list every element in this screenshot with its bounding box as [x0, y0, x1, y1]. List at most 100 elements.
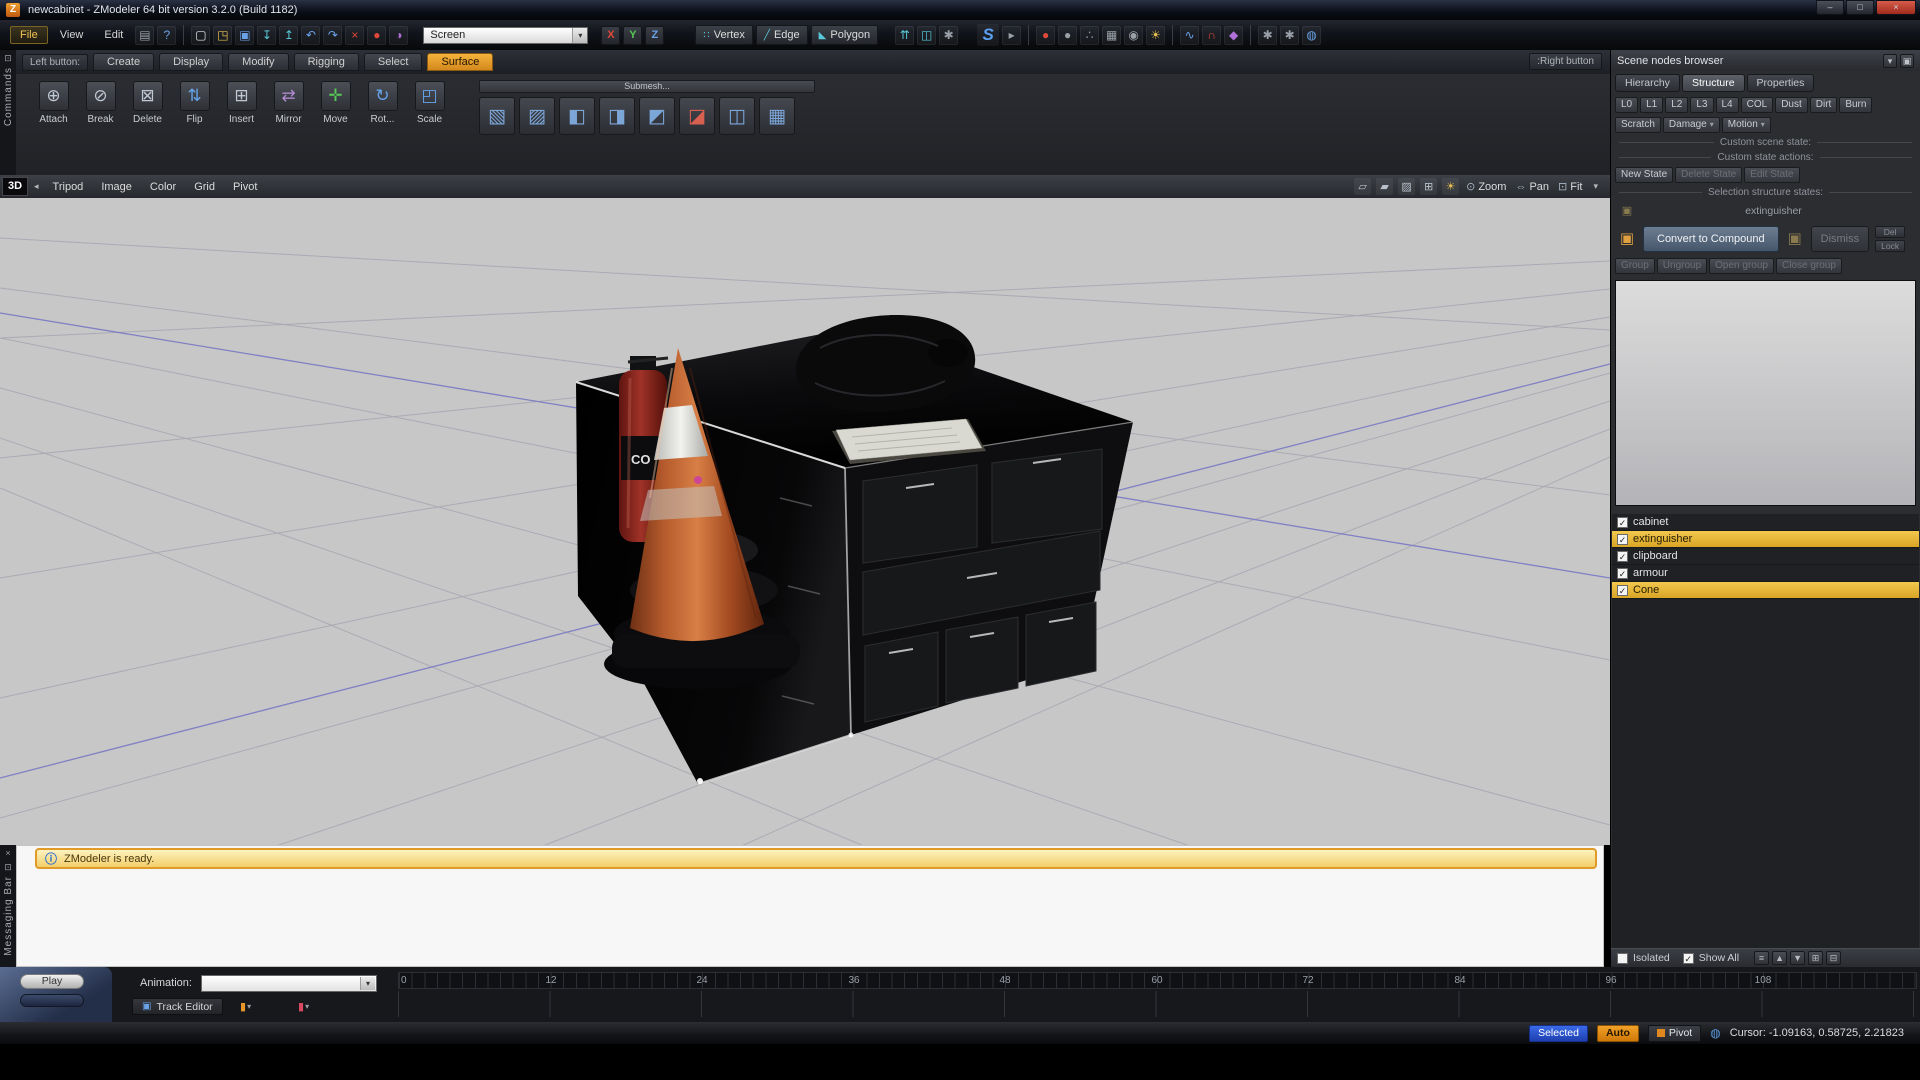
gear3-icon[interactable]: ✱: [1280, 26, 1299, 45]
tool-scale[interactable]: ◰ Scale: [406, 80, 453, 125]
dirt-button[interactable]: Dirt: [1810, 97, 1838, 113]
flask-icon[interactable]: ◆: [1224, 26, 1243, 45]
dust-button[interactable]: Dust: [1775, 97, 1808, 113]
axis-z-button[interactable]: Z: [645, 26, 664, 45]
magnet-icon[interactable]: ∩: [1202, 26, 1221, 45]
event-marker-button[interactable]: ▮ ▾: [298, 999, 309, 1013]
expand-all-icon[interactable]: ⊞: [1808, 951, 1823, 965]
chevron-down-icon[interactable]: ▾: [305, 1002, 309, 1011]
minimize-button[interactable]: –: [1816, 0, 1844, 15]
edit-state-button[interactable]: Edit State: [1744, 167, 1799, 183]
chevron-down-icon[interactable]: ▾: [247, 1002, 251, 1011]
tab-rigging[interactable]: Rigging: [294, 53, 359, 71]
tool-rotate[interactable]: ↻ Rot...: [359, 80, 406, 125]
tab-create[interactable]: Create: [93, 53, 154, 71]
cube-grid-icon[interactable]: ▦: [759, 97, 795, 135]
play-button[interactable]: Play: [20, 974, 84, 989]
cube-select-icon[interactable]: ◧: [559, 97, 595, 135]
scene-node-list-empty[interactable]: [1612, 599, 1919, 948]
lod-l1-button[interactable]: L1: [1640, 97, 1663, 113]
cube-red-icon[interactable]: ◪: [679, 97, 715, 135]
track-editor-button[interactable]: ▣ Track Editor: [132, 998, 223, 1015]
del-button[interactable]: Del: [1875, 226, 1905, 238]
commands-side-tab[interactable]: ⊡ Commands: [0, 50, 16, 175]
animation-dropdown[interactable]: ▾: [201, 975, 377, 992]
sphere-gray-icon[interactable]: ●: [1058, 26, 1077, 45]
brush-icon[interactable]: S: [977, 24, 999, 46]
tab-properties[interactable]: Properties: [1747, 74, 1815, 92]
selected-badge[interactable]: Selected: [1529, 1025, 1588, 1042]
undo-icon[interactable]: ↶: [301, 26, 320, 45]
normals-icon[interactable]: ⇈: [895, 26, 914, 45]
axis-y-button[interactable]: Y: [623, 26, 642, 45]
material-sphere-icon[interactable]: ●: [367, 26, 386, 45]
render-icon[interactable]: ◑: [389, 26, 408, 45]
ungroup-button[interactable]: Ungroup: [1657, 258, 1707, 274]
tab-hierarchy[interactable]: Hierarchy: [1615, 74, 1680, 92]
viewport-back-icon[interactable]: ◂: [30, 181, 43, 192]
edge-mode-button[interactable]: ╱ Edge: [756, 25, 808, 45]
settings-gear-icon[interactable]: ✱: [939, 26, 958, 45]
tool-flip[interactable]: ⇅ Flip: [171, 80, 218, 125]
spheres-icon[interactable]: ∴: [1080, 26, 1099, 45]
wireframe-icon[interactable]: ▱: [1354, 178, 1371, 195]
import-icon[interactable]: ↧: [257, 26, 276, 45]
fit-button[interactable]: ⊡ Fit: [1556, 180, 1584, 193]
viewport-menu-arrow-icon[interactable]: ▾: [1589, 181, 1602, 192]
viewport-type-button[interactable]: 3D: [2, 177, 28, 196]
orbit-icon[interactable]: ◍: [1302, 26, 1321, 45]
gear2-icon[interactable]: ✱: [1258, 26, 1277, 45]
scene-node-cabinet[interactable]: cabinet: [1612, 514, 1919, 531]
viewport-menu-grid[interactable]: Grid: [186, 181, 223, 193]
timeline-ruler[interactable]: 0 12 24 36 48 60 72 84 96 108: [398, 972, 1917, 989]
lod-l4-button[interactable]: L4: [1716, 97, 1739, 113]
keyframe-marker-button[interactable]: ▮ ▾: [240, 999, 251, 1013]
brush-arrow-icon[interactable]: ▸: [1002, 26, 1021, 45]
dropdown-arrow-icon[interactable]: ▾: [360, 977, 375, 990]
cube-weld-icon[interactable]: ◫: [719, 97, 755, 135]
cube-move-icon[interactable]: ◨: [599, 97, 635, 135]
lod-l3-button[interactable]: L3: [1690, 97, 1713, 113]
group-button[interactable]: Group: [1615, 258, 1655, 274]
tool-attach[interactable]: ⊕ Attach: [30, 80, 77, 125]
panel-dock-icon[interactable]: ⊡: [4, 53, 12, 63]
viewport-menu-image[interactable]: Image: [93, 181, 140, 193]
status-message-bar[interactable]: ⓘ ZModeler is ready.: [35, 848, 1597, 869]
scene-node-cone[interactable]: Cone: [1612, 582, 1919, 599]
lod-l2-button[interactable]: L2: [1665, 97, 1688, 113]
damage-button[interactable]: Damage▾: [1663, 117, 1720, 133]
box-icon[interactable]: ▦: [1102, 26, 1121, 45]
auto-badge[interactable]: Auto: [1597, 1025, 1639, 1042]
new-file-icon[interactable]: ▢: [191, 26, 210, 45]
cube-brush-icon[interactable]: ▨: [519, 97, 555, 135]
lod-l0-button[interactable]: L0: [1615, 97, 1638, 113]
scratch-button[interactable]: Scratch: [1615, 117, 1661, 133]
col-button[interactable]: COL: [1741, 97, 1774, 113]
save-icon[interactable]: ▣: [235, 26, 254, 45]
sphere-red-icon[interactable]: ●: [1036, 26, 1055, 45]
maximize-button[interactable]: □: [1846, 0, 1874, 15]
tab-modify[interactable]: Modify: [228, 53, 288, 71]
shaded-icon[interactable]: ▰: [1376, 178, 1393, 195]
close-messaging-icon[interactable]: ×: [5, 848, 10, 858]
pivot-badge[interactable]: Pivot: [1648, 1025, 1701, 1042]
menu-file[interactable]: File: [10, 26, 48, 44]
tool-insert[interactable]: ⊞ Insert: [218, 80, 265, 125]
chevron-down-icon[interactable]: ▾: [1761, 120, 1765, 129]
chevron-down-icon[interactable]: ▾: [1710, 120, 1714, 129]
lock-button[interactable]: Lock: [1875, 240, 1905, 252]
submesh-header[interactable]: Submesh...: [479, 80, 815, 93]
node-checkbox[interactable]: [1617, 517, 1628, 528]
node-checkbox[interactable]: [1617, 585, 1628, 596]
timeline-track-area[interactable]: [398, 991, 1917, 1017]
scene-node-clipboard[interactable]: clipboard: [1612, 548, 1919, 565]
camera-icon[interactable]: ◉: [1124, 26, 1143, 45]
redo-icon[interactable]: ↷: [323, 26, 342, 45]
convert-to-compound-button[interactable]: Convert to Compound: [1643, 226, 1779, 252]
keyboard-icon[interactable]: ▤: [135, 26, 154, 45]
dropdown-arrow-icon[interactable]: ▾: [572, 28, 587, 43]
list-view-icon[interactable]: ≡: [1754, 951, 1769, 965]
cube-detach-icon[interactable]: ◩: [639, 97, 675, 135]
node-checkbox[interactable]: [1617, 551, 1628, 562]
viewport-menu-tripod[interactable]: Tripod: [45, 181, 92, 193]
